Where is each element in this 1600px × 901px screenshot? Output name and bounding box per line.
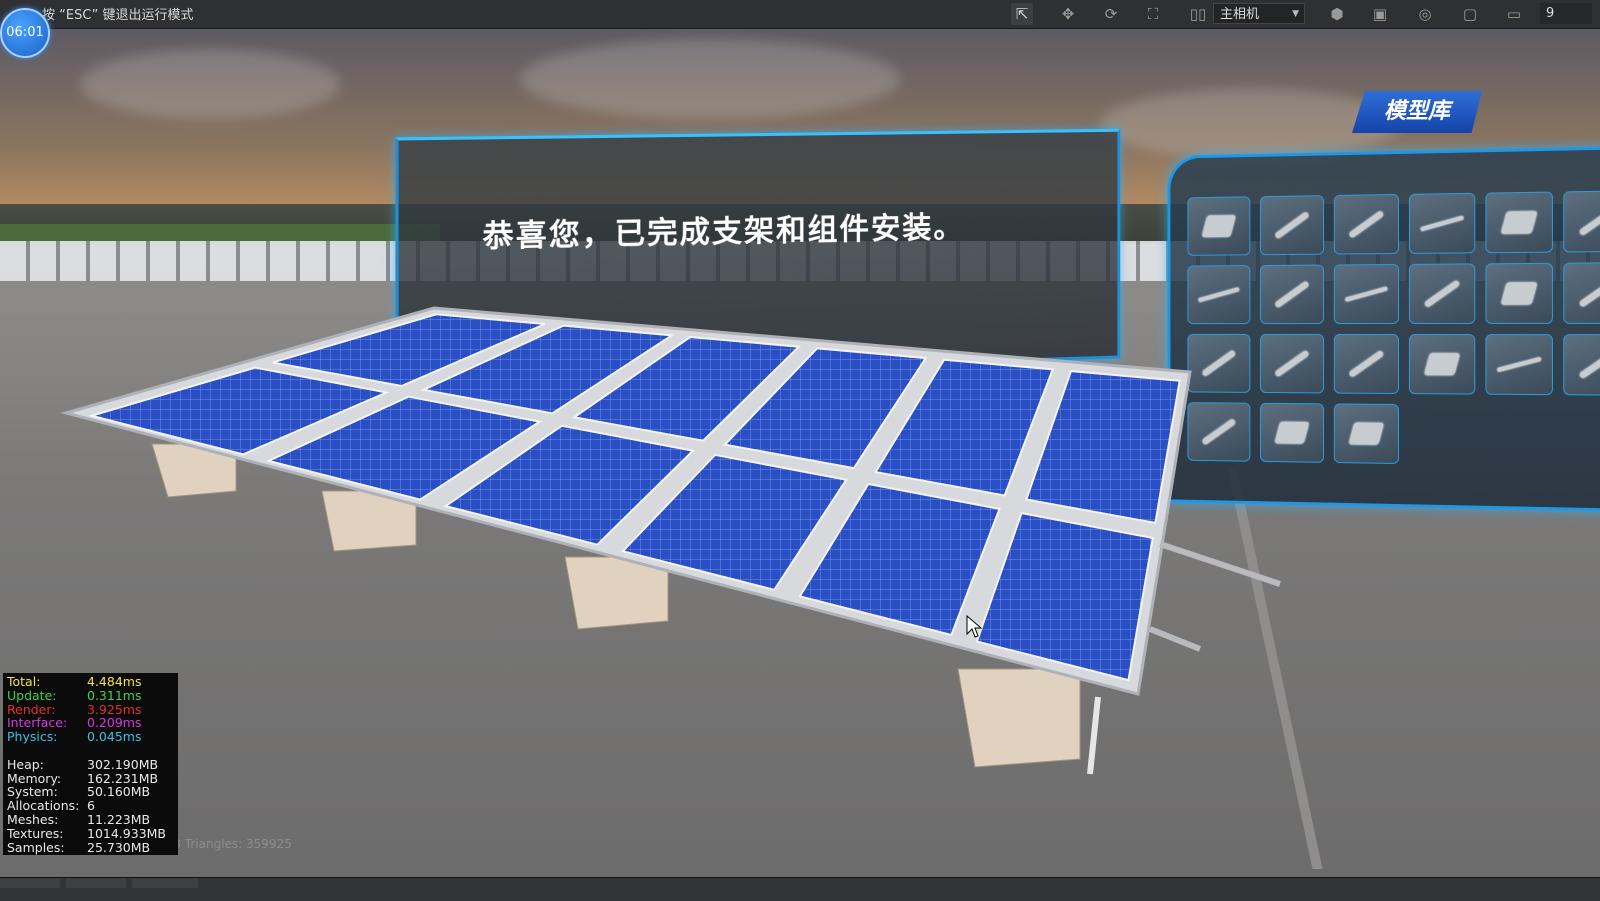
stats-label: Physics: [7,729,58,745]
memory-row: Meshes: 11.223MB [7,813,174,827]
3d-viewport[interactable]: 恭喜您，已完成支架和组件安装。 模型库 [0,29,1600,877]
memory-label: Meshes: [7,811,59,827]
move-tool-icon[interactable]: ✥ [1057,3,1079,25]
rail-beam [1159,541,1281,587]
memory-label: Memory: [7,770,62,786]
split-view-icon[interactable]: ▯▯ [1187,3,1209,25]
wireframe-icon[interactable]: ▣ [1369,3,1391,25]
stats-label: Total: [7,674,41,689]
camera-select-value: 主相机 [1220,7,1260,22]
focus-icon[interactable]: ◎ [1414,3,1436,25]
memory-label: Textures: [7,825,64,841]
memory-value: 302.190MB [87,756,159,772]
chevron-down-icon: ▼ [1292,9,1299,19]
memory-label: Allocations: [7,798,80,814]
memory-row: System: 50.160MB [7,785,174,799]
bottom-tabbar [0,877,1600,901]
cube-view-icon[interactable]: ⬢ [1326,3,1348,25]
memory-label: Heap: [7,756,44,772]
performance-stats: Total: 4.484ms Update: 0.311ms Render: 3.925m… [3,673,178,855]
support-leg [1087,696,1101,775]
rotate-tool-icon[interactable]: ⟳ [1100,3,1122,25]
memory-label: Samples: [7,839,65,855]
frame-icon[interactable]: ▢ [1459,3,1481,25]
memory-value: 6 [87,798,95,814]
memory-value: 11.223MB [87,811,151,827]
stats-row: Render: 3.925ms [7,701,174,717]
countdown-timer: 06:01 [0,8,50,58]
editor-toolbar: 按 “ESC” 键退出运行模式 ⇱ ✥ ⟳ ⛶ ▯▯ 主相机 ▼ ⬢ ▣ ◎ ▢… [0,0,1600,29]
esc-exit-hint: 按 “ESC” 键退出运行模式 [42,8,194,23]
rail-beam [1148,626,1202,652]
stats-value: 0.209ms [87,715,142,731]
model-library-title: 模型库 [1352,91,1482,133]
scale-tool-icon[interactable]: ⛶ [1142,3,1164,25]
stats-label: Update: [7,687,57,703]
bottom-tab[interactable] [132,878,198,888]
stats-row: Physics: 0.045ms [7,730,174,744]
memory-value: 162.231MB [87,770,159,786]
timing-rows: Total: 4.484ms Update: 0.311ms Render: 3.925m… [7,675,174,744]
stats-value: 3.925ms [87,701,142,717]
select-tool-icon[interactable]: ⇱ [1011,3,1033,25]
memory-row: Samples: 25.730MB [7,839,174,855]
stats-value: 4.484ms [87,674,142,689]
bottom-tab[interactable] [66,878,126,888]
stats-spacer [7,744,174,758]
memory-row: Memory: 162.231MB [7,770,174,786]
stats-value: 0.045ms [87,729,142,745]
bottom-tab[interactable] [0,878,60,888]
camera-select[interactable]: 主相机 ▼ [1213,3,1305,24]
memory-label: System: [7,784,58,800]
memory-row: Heap: 302.190MB [7,756,174,772]
stats-label: Render: [7,701,56,717]
stats-label: Interface: [7,715,68,731]
stats-row: Total: 4.484ms [7,675,174,689]
solar-array[interactable] [0,29,1600,877]
screen-icon[interactable]: ▭ [1503,3,1525,25]
memory-row: Allocations: 6 [7,799,174,813]
memory-rows: Heap: 302.190MB Memory: 162.231MB System: 50.… [7,756,174,855]
stats-row: Interface: 0.209ms [7,716,174,730]
stats-row: Update: 0.311ms [7,687,174,703]
memory-value: 1014.933MB [87,825,167,841]
quality-number-field[interactable]: 9 [1540,3,1592,24]
mouse-cursor-icon [966,615,982,638]
memory-value: 50.160MB [87,784,151,800]
stats-value: 0.311ms [87,687,142,703]
memory-row: Textures: 1014.933MB [7,825,174,841]
memory-value: 25.730MB [87,839,151,855]
